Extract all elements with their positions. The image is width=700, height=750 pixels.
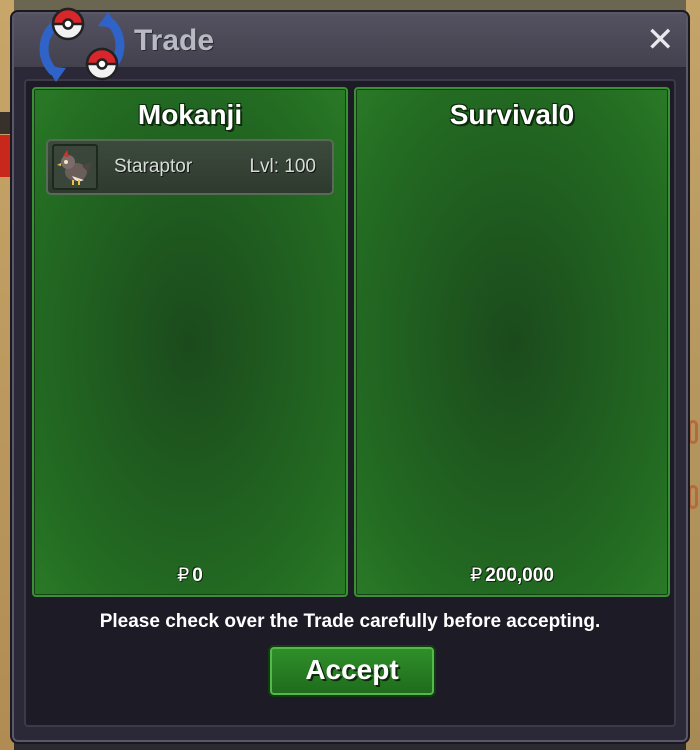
left-player-panel: Mokanji Staraptor Lvl: 100 ₽ 0 xyxy=(32,87,348,597)
left-money-offer: ₽0 xyxy=(34,564,346,587)
window-title: Trade xyxy=(134,24,215,57)
left-money-amount: 0 xyxy=(192,565,203,586)
game-world-background-right xyxy=(686,0,700,750)
close-button[interactable]: ✕ xyxy=(646,23,675,57)
trade-content: Mokanji Staraptor Lvl: 100 ₽ 0 Survival0… xyxy=(24,79,676,727)
pokedollar-icon: ₽ xyxy=(177,565,190,586)
pokemon-level: Lvl: 100 xyxy=(249,156,316,177)
accept-button[interactable]: Accept xyxy=(270,647,434,695)
right-player-panel: Survival0 ₽200,000 xyxy=(354,87,670,597)
offered-pokemon-row[interactable]: Staraptor Lvl: 100 xyxy=(46,139,334,195)
left-player-name: Mokanji xyxy=(137,99,243,130)
right-money-amount: 200,000 xyxy=(485,565,554,586)
staraptor-sprite-icon xyxy=(52,144,98,190)
pokedollar-icon: ₽ xyxy=(470,565,483,586)
trade-window: Trade ✕ Mokanji Staraptor Lvl: 100 ₽ 0 S… xyxy=(12,7,688,742)
pokemon-name: Staraptor xyxy=(114,156,193,177)
trade-notice-text: Please check over the Trade carefully be… xyxy=(99,611,601,632)
trade-pokeball-icon xyxy=(39,7,125,82)
right-player-name: Survival0 xyxy=(449,99,575,130)
right-money-offer: ₽200,000 xyxy=(356,564,668,587)
chain-decoration xyxy=(688,420,698,444)
chain-decoration xyxy=(688,485,698,509)
